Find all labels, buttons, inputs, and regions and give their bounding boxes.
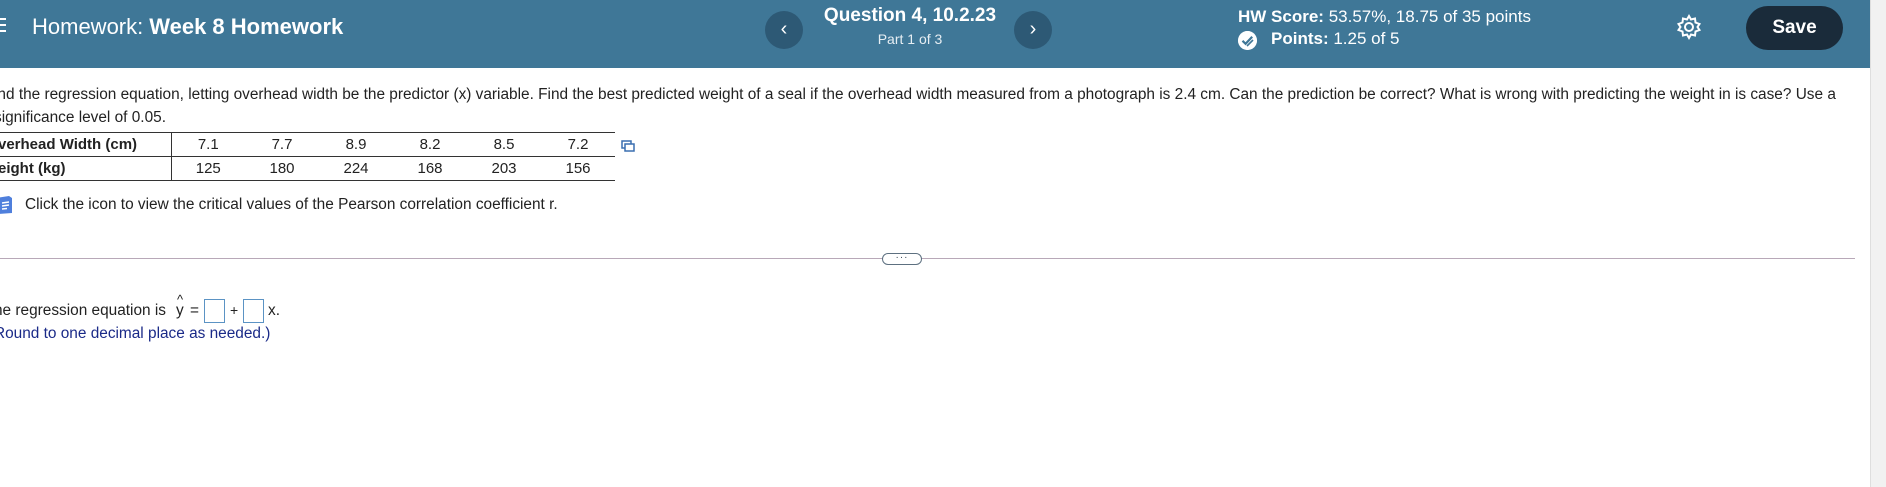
table-cell: 7.7 — [245, 132, 319, 157]
row-label-overhead-width: verhead Width (cm) — [0, 132, 172, 157]
copy-data-icon[interactable] — [621, 140, 635, 152]
plus-sign: + — [230, 302, 239, 318]
data-table: verhead Width (cm) 7.1 7.7 8.9 8.2 8.5 7… — [0, 132, 615, 181]
table-cell: 203 — [467, 156, 541, 181]
next-question-button[interactable]: › — [1014, 11, 1052, 49]
table-cell: 7.2 — [541, 132, 615, 157]
critical-values-link[interactable]: Click the icon to view the critical valu… — [25, 196, 558, 214]
question-part: Part 1 of 3 — [877, 31, 943, 47]
slope-input[interactable] — [243, 299, 264, 323]
y-hat-symbol: ^ y — [176, 292, 184, 320]
rounding-note: Round to one decimal place as needed.) — [0, 325, 271, 342]
partial-credit-icon — [1238, 31, 1257, 50]
section-divider — [0, 258, 1855, 259]
question-title: Question 4, 10.2.23 — [823, 5, 997, 26]
answer-prefix: he regression equation is — [0, 302, 166, 319]
menu-icon[interactable] — [0, 14, 8, 38]
hw-score: HW Score: 53.57%, 18.75 of 35 points — [1238, 7, 1531, 27]
table-cell: 8.5 — [467, 132, 541, 157]
hw-score-label: HW Score: — [1238, 7, 1324, 26]
table-cell: 156 — [541, 156, 615, 181]
homework-title-name: Week 8 Homework — [149, 14, 344, 39]
table-cell: 7.1 — [171, 132, 245, 157]
scrollbar[interactable] — [1870, 0, 1886, 487]
hat-symbol: ^ — [177, 292, 184, 307]
table-cell: 125 — [171, 156, 245, 181]
top-header: Homework: Week 8 Homework ‹ Question 4, 1… — [0, 0, 1870, 68]
row-label-weight: eight (kg) — [0, 156, 172, 181]
expand-more-button[interactable]: ··· — [882, 253, 922, 265]
problem-text: ind the regression equation, letting ove… — [0, 86, 1836, 126]
book-icon[interactable] — [0, 195, 14, 215]
points-value: 1.25 of 5 — [1333, 29, 1400, 48]
x-variable: x. — [268, 302, 280, 319]
previous-question-button[interactable]: ‹ — [765, 11, 803, 49]
table-cell: 8.2 — [393, 132, 467, 157]
equals-sign: = — [190, 302, 199, 319]
table-cell: 168 — [393, 156, 467, 181]
table-cell: 180 — [245, 156, 319, 181]
gear-icon[interactable] — [1675, 13, 1703, 41]
table-row: verhead Width (cm) 7.1 7.7 8.9 8.2 8.5 7… — [0, 132, 615, 157]
table-cell: 8.9 — [319, 132, 393, 157]
save-button[interactable]: Save — [1746, 6, 1843, 50]
intercept-input[interactable] — [204, 299, 225, 323]
points-label: Points: — [1271, 29, 1329, 48]
table-row: eight (kg) 125 180 224 168 203 156 — [0, 156, 615, 181]
points-status: Points: 1.25 of 5 — [1271, 29, 1400, 49]
table-cell: 224 — [319, 156, 393, 181]
hw-score-value: 53.57%, 18.75 of 35 points — [1328, 7, 1531, 26]
homework-title-prefix: Homework: — [32, 14, 144, 39]
homework-title: Homework: Week 8 Homework — [32, 14, 343, 40]
